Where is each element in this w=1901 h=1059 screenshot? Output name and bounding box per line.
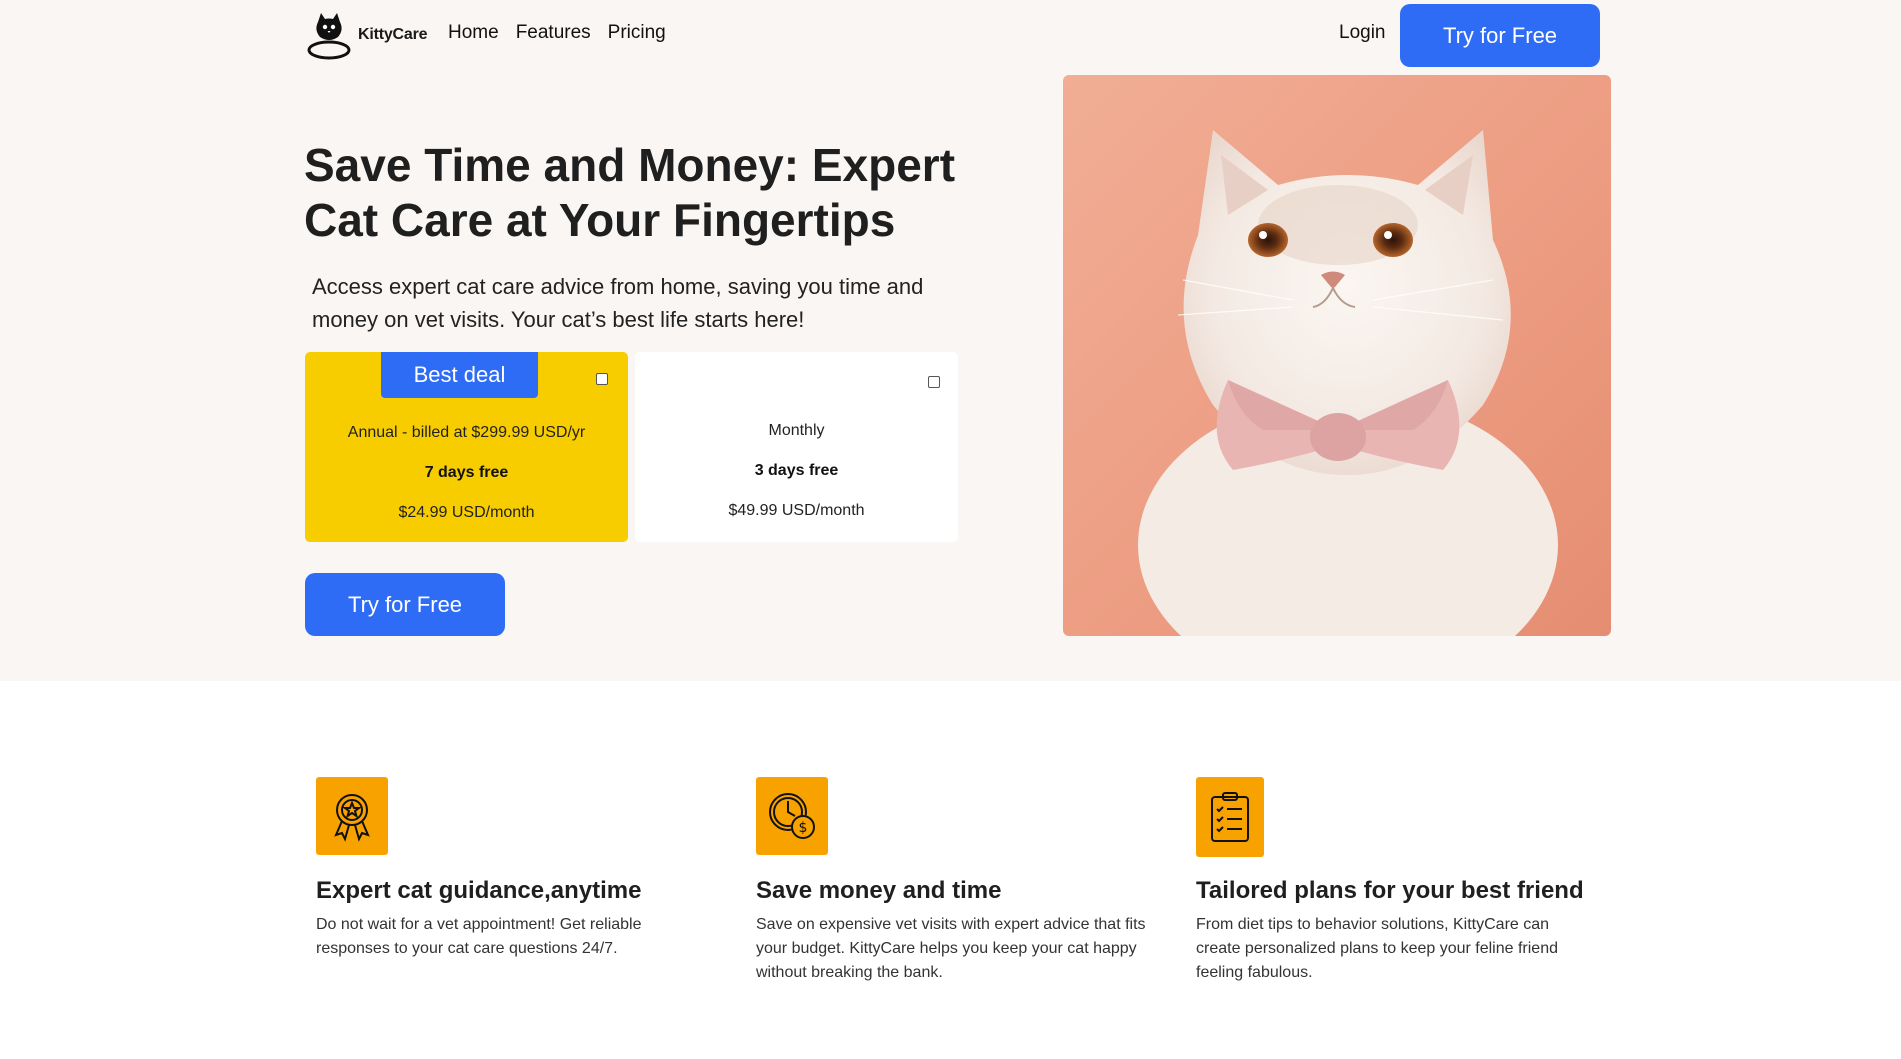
nav-try-for-free-button[interactable]: Try for Free bbox=[1400, 4, 1600, 67]
hero-section bbox=[0, 0, 1901, 681]
best-deal-badge: Best deal bbox=[381, 352, 538, 398]
clock-money-icon: $ bbox=[756, 777, 828, 855]
main-nav: Home Features Pricing bbox=[448, 22, 666, 44]
hero-title: Save Time and Money: Expert Cat Care at … bbox=[304, 139, 956, 246]
feature-description: Save on expensive vet visits with expert… bbox=[756, 916, 1146, 981]
monthly-billing-text: Monthly bbox=[768, 422, 825, 439]
feature-expert-guidance: Expert cat guidance,anytime Do not wait … bbox=[316, 777, 736, 961]
nav-link-pricing[interactable]: Pricing bbox=[608, 22, 666, 44]
cat-logo-icon bbox=[307, 13, 351, 60]
kittycare-logo[interactable]: KittyCare bbox=[304, 10, 428, 60]
feature-title: Expert cat guidance,anytime bbox=[316, 877, 642, 904]
feature-tailored-plans: Tailored plans for your best friend From… bbox=[1196, 777, 1616, 985]
monthly-price-text: $49.99 USD/month bbox=[728, 502, 865, 519]
feature-description: From diet tips to behavior solutions, Ki… bbox=[1196, 916, 1558, 981]
clipboard-checklist-icon bbox=[1196, 777, 1264, 857]
feature-title: Tailored plans for your best friend bbox=[1196, 877, 1584, 904]
plan-card-annual[interactable]: Best deal Annual - billed at $299.99 USD… bbox=[305, 352, 628, 542]
monthly-plan-checkbox[interactable] bbox=[928, 376, 940, 388]
feature-save-money: $ Save money and time Save on expensive … bbox=[756, 777, 1176, 985]
hero-cat-image bbox=[1063, 75, 1611, 636]
nav-link-features[interactable]: Features bbox=[516, 22, 591, 44]
svg-text:$: $ bbox=[799, 820, 808, 836]
hero-try-for-free-button[interactable]: Try for Free bbox=[305, 573, 505, 636]
annual-billing-text: Annual - billed at $299.99 USD/yr bbox=[347, 424, 586, 441]
feature-title: Save money and time bbox=[756, 877, 1002, 904]
annual-trial-text: 7 days free bbox=[424, 464, 509, 481]
annual-plan-checkbox[interactable] bbox=[596, 373, 608, 385]
feature-description: Do not wait for a vet appointment! Get r… bbox=[316, 916, 642, 957]
annual-price-text: $24.99 USD/month bbox=[398, 504, 535, 521]
monthly-trial-text: 3 days free bbox=[754, 462, 839, 479]
cat-illustration bbox=[1138, 130, 1558, 636]
award-ribbon-icon bbox=[316, 777, 388, 855]
hero-subtitle: Access expert cat care advice from home,… bbox=[312, 274, 924, 332]
login-link[interactable]: Login bbox=[1339, 22, 1386, 44]
nav-link-home[interactable]: Home bbox=[448, 22, 499, 44]
plan-card-monthly[interactable]: Monthly 3 days free $49.99 USD/month bbox=[635, 352, 958, 542]
logo-text: KittyCare bbox=[358, 26, 428, 43]
